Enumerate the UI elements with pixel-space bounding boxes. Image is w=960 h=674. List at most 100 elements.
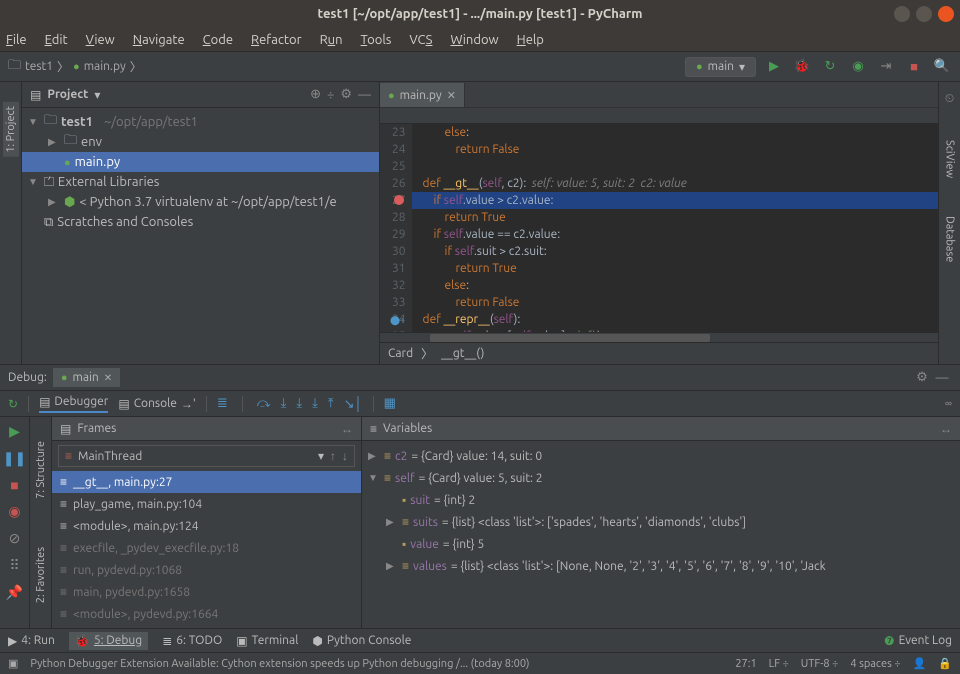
close-tab-icon[interactable]: ✕	[447, 89, 456, 102]
step-into-icon[interactable]: ⤓	[281, 396, 287, 411]
stop-button[interactable]: ■	[904, 57, 924, 77]
override-icon[interactable]: ⬤↑	[390, 312, 405, 329]
menu-run[interactable]: Run	[320, 33, 343, 47]
infinity-icon[interactable]: ∞	[945, 397, 952, 410]
tab-database[interactable]: Database	[942, 212, 958, 266]
coverage-button[interactable]: ↻	[820, 57, 840, 77]
tree-scratches[interactable]: ⧉ Scratches and Consoles	[22, 212, 379, 232]
code-lines[interactable]: else: return False def __gt__(self, c2):…	[412, 124, 938, 332]
close-icon[interactable]: ✕	[104, 372, 112, 384]
horizontal-scrollbar[interactable]	[380, 332, 938, 342]
variable-row[interactable]: ▶≡ c2 = {Card} value: 14, suit: 0	[362, 445, 960, 467]
menu-edit[interactable]: Edit	[45, 33, 68, 47]
frame-row[interactable]: ≡<module>, pydevd.py:1664	[52, 603, 361, 625]
menu-window[interactable]: Window	[450, 33, 498, 47]
variable-row[interactable]: ▶≡ suits = {list} <class 'list'>: ['spad…	[362, 511, 960, 533]
line-separator[interactable]: LF ÷	[769, 658, 789, 670]
variable-row[interactable]: ▶≡ values = {list} <class 'list'>: [None…	[362, 555, 960, 577]
tab-debug[interactable]: 🐞 5: Debug	[69, 632, 148, 650]
tree-mainpy[interactable]: main.py	[22, 152, 379, 172]
attach-button[interactable]: ⇥	[876, 57, 896, 77]
menu-navigate[interactable]: Navigate	[133, 33, 185, 47]
editor-tab-mainpy[interactable]: main.py ✕	[380, 83, 465, 107]
tab-structure[interactable]: 7: Structure	[33, 437, 49, 503]
tree-python[interactable]: ▶⬢ < Python 3.7 virtualenv at ~/opt/app/…	[22, 192, 379, 212]
force-step-icon[interactable]: ⤓	[312, 396, 318, 411]
search-everywhere-button[interactable]: 🔍	[932, 57, 952, 77]
restore-layout-icon[interactable]: ↔	[341, 422, 353, 436]
frame-row[interactable]: ≡main, pydevd.py:1658	[52, 581, 361, 603]
frame-row[interactable]: ≡<module>, main.py:124	[52, 515, 361, 537]
tab-todo[interactable]: ≣ 6: TODO	[162, 634, 222, 648]
minimize-icon[interactable]	[894, 6, 910, 22]
gear-icon[interactable]: ⚙	[912, 368, 932, 388]
tab-terminal[interactable]: ▣ Terminal	[236, 634, 298, 648]
frame-row[interactable]: ≡run, pydevd.py:1068	[52, 559, 361, 581]
chevron-down-icon[interactable]: ▾	[94, 88, 100, 102]
crumb-class[interactable]: Card	[388, 347, 413, 360]
stop-icon[interactable]: ■	[10, 477, 18, 493]
inspection-icon[interactable]: 👤	[913, 657, 927, 670]
restore-layout-icon[interactable]: ↔	[940, 422, 952, 436]
run-button[interactable]: ▶	[764, 57, 784, 77]
menu-code[interactable]: Code	[203, 33, 233, 47]
tab-run[interactable]: ▶ 4: Run	[8, 634, 55, 648]
tab-sciview[interactable]: SciView	[942, 136, 958, 182]
code-editor[interactable]: 232425262728293031323334⬤↑3536 else: ret…	[380, 124, 938, 332]
pin-icon[interactable]: 📌	[6, 584, 23, 601]
collapse-icon[interactable]: ÷	[327, 88, 334, 102]
evaluate-icon[interactable]: ▦	[384, 396, 396, 411]
tree-root[interactable]: ▼ test1 ~/opt/app/test1	[22, 112, 379, 132]
menu-tools[interactable]: Tools	[361, 33, 392, 47]
locate-icon[interactable]: ⊕	[310, 87, 321, 102]
step-out-icon[interactable]: ⤒	[328, 396, 334, 411]
menu-refactor[interactable]: Refactor	[251, 33, 302, 47]
tab-favorites[interactable]: 2: Favorites	[33, 543, 49, 607]
tab-python-console[interactable]: ⬢ Python Console	[312, 634, 411, 648]
menu-help[interactable]: Help	[517, 33, 544, 47]
tab-project[interactable]: 1: Project	[3, 102, 19, 157]
tool-windows-icon[interactable]: ▣	[8, 657, 18, 670]
step-over-icon[interactable]: ⤼	[257, 396, 271, 411]
frame-row[interactable]: ≡__gt__, main.py:27	[52, 471, 361, 493]
tree-env[interactable]: ▶ env	[22, 132, 379, 152]
pause-icon[interactable]: ❚❚	[3, 450, 26, 467]
variable-row[interactable]: ▪ value = {int} 5	[362, 533, 960, 555]
tab-event-log[interactable]: ❼ Event Log	[884, 634, 952, 648]
run-config-selector[interactable]: main ▾	[685, 57, 756, 77]
run-to-cursor-icon[interactable]: ↘│	[344, 396, 363, 412]
hide-icon[interactable]: —	[358, 88, 371, 102]
debug-button[interactable]: 🐞	[792, 57, 812, 77]
close-icon[interactable]	[938, 6, 954, 22]
debugger-tab[interactable]: ▤Debugger	[39, 395, 108, 413]
project-tree[interactable]: ▼ test1 ~/opt/app/test1 ▶ env main.py ▼⏍…	[22, 108, 379, 236]
gear-icon[interactable]: ⚙	[340, 87, 352, 102]
thread-selector[interactable]: ≡ MainThread ▾ ↑ ↓	[58, 445, 355, 467]
menu-view[interactable]: View	[86, 33, 115, 47]
next-frame-icon[interactable]: ↓	[342, 449, 348, 463]
crumb-method[interactable]: __gt__()	[441, 347, 484, 360]
prev-frame-icon[interactable]: ↑	[330, 449, 336, 463]
breakpoint-icon[interactable]	[394, 195, 404, 205]
menu-file[interactable]: File	[6, 33, 27, 47]
indent[interactable]: 4 spaces ÷	[850, 658, 900, 670]
file-encoding[interactable]: UTF-8 ÷	[801, 658, 839, 670]
settings-icon[interactable]: ⠿	[9, 557, 19, 574]
frame-row[interactable]: ≡play_game, main.py:104	[52, 493, 361, 515]
hide-icon[interactable]: —	[932, 368, 952, 388]
variable-row[interactable]: ▪ suit = {int} 2	[362, 489, 960, 511]
caret-position[interactable]: 27:1	[735, 658, 756, 670]
frame-row[interactable]: ≡execfile, _pydev_execfile.py:18	[52, 537, 361, 559]
frame-list[interactable]: ≡__gt__, main.py:27≡play_game, main.py:1…	[52, 471, 361, 628]
rerun-icon[interactable]: ↻	[8, 397, 18, 411]
breadcrumb-project[interactable]: test1	[25, 60, 53, 73]
variable-row[interactable]: ▼≡ self = {Card} value: 5, suit: 2	[362, 467, 960, 489]
view-breakpoints-icon[interactable]: ◉	[8, 503, 20, 520]
resume-icon[interactable]: ▶	[9, 423, 20, 440]
mute-breakpoints-icon[interactable]: ⊘	[9, 530, 21, 547]
console-tab[interactable]: ▤Console →'	[118, 397, 195, 411]
lock-icon[interactable]: 🔒	[938, 657, 952, 670]
menu-vcs[interactable]: VCS	[409, 33, 432, 47]
gauge-icon[interactable]: ⏲	[945, 92, 954, 106]
variable-tree[interactable]: ▶≡ c2 = {Card} value: 14, suit: 0▼≡ self…	[362, 441, 960, 628]
